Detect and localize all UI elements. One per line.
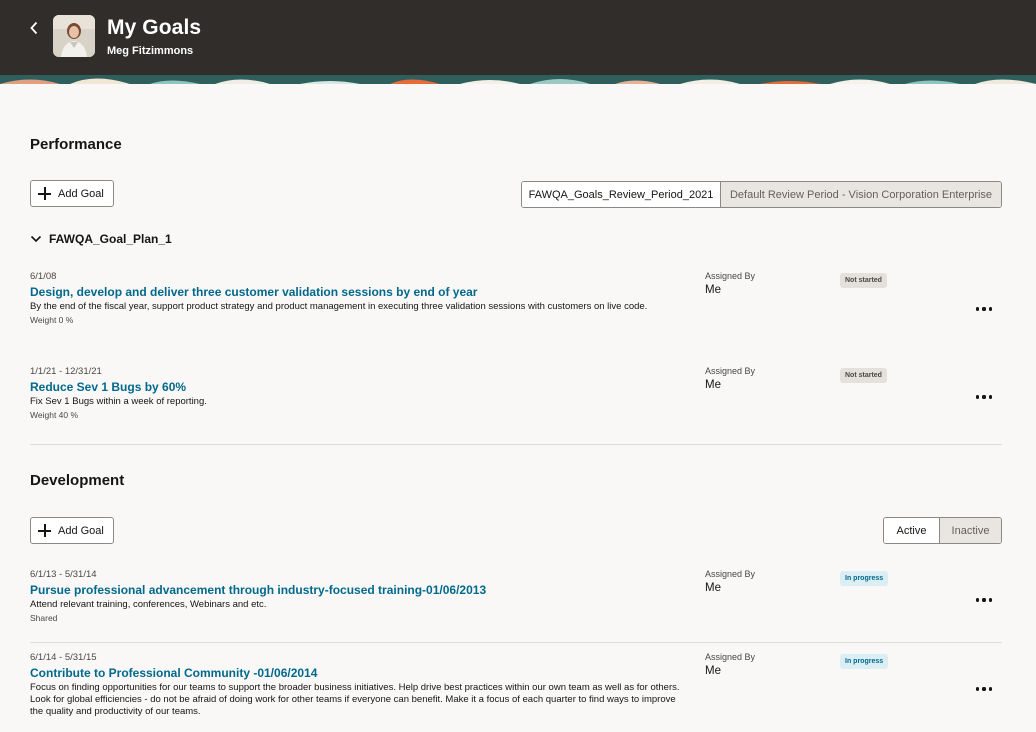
assigned-by-label: Assigned By bbox=[705, 366, 756, 376]
review-period-option-2021[interactable]: FAWQA_Goals_Review_Period_2021 bbox=[522, 182, 720, 207]
assigned-by-label: Assigned By bbox=[705, 271, 756, 281]
active-inactive-toggle: Active Inactive bbox=[883, 517, 1002, 544]
performance-section-title: Performance bbox=[30, 136, 122, 153]
filter-inactive[interactable]: Inactive bbox=[939, 518, 1001, 543]
filter-active[interactable]: Active bbox=[884, 518, 939, 543]
page-header: My Goals Meg Fitzimmons bbox=[0, 0, 1036, 75]
chevron-down-icon bbox=[30, 235, 42, 243]
goal-description: Fix Sev 1 Bugs within a week of reportin… bbox=[30, 396, 207, 407]
goal-shared-label: Shared bbox=[30, 613, 58, 623]
plus-icon bbox=[38, 524, 51, 537]
page-title: My Goals bbox=[107, 16, 202, 39]
assigned-by-value: Me bbox=[705, 582, 721, 594]
goal-description: By the end of the fiscal year, support p… bbox=[30, 301, 648, 312]
assigned-by-value: Me bbox=[705, 284, 721, 296]
more-actions-button[interactable] bbox=[972, 389, 996, 405]
section-divider bbox=[30, 444, 1002, 445]
goal-weight: Weight 0 % bbox=[30, 315, 74, 325]
ellipsis-icon bbox=[976, 307, 980, 311]
goal-plan-toggle[interactable]: FAWQA_Goal_Plan_1 bbox=[30, 232, 172, 246]
ellipsis-icon bbox=[976, 395, 980, 399]
assigned-by-label: Assigned By bbox=[705, 652, 756, 662]
decorative-banner bbox=[0, 75, 1036, 84]
avatar[interactable] bbox=[53, 15, 95, 57]
more-actions-button[interactable] bbox=[972, 592, 996, 608]
ellipsis-icon bbox=[976, 687, 980, 691]
status-badge: Not started bbox=[840, 368, 887, 383]
goal-item: 6/1/14 - 5/31/15 Contribute to Professio… bbox=[30, 652, 1002, 718]
status-badge: Not started bbox=[840, 273, 887, 288]
goal-description: Attend relevant training, conferences, W… bbox=[30, 599, 267, 610]
ellipsis-icon bbox=[976, 598, 980, 602]
back-button[interactable] bbox=[24, 18, 44, 38]
goal-item: 6/1/08 Design, develop and deliver three… bbox=[30, 271, 1002, 325]
goal-item: 1/1/21 - 12/31/21 Reduce Sev 1 Bugs by 6… bbox=[30, 366, 1002, 420]
add-goal-label: Add Goal bbox=[58, 187, 104, 200]
review-period-selector: FAWQA_Goals_Review_Period_2021 Default R… bbox=[521, 181, 1002, 208]
goal-weight: Weight 40 % bbox=[30, 410, 79, 420]
more-actions-button[interactable] bbox=[972, 681, 996, 697]
more-actions-button[interactable] bbox=[972, 301, 996, 317]
development-section-title: Development bbox=[30, 472, 125, 489]
add-goal-label: Add Goal bbox=[58, 524, 104, 537]
development-add-goal-button[interactable]: Add Goal bbox=[30, 517, 114, 544]
plus-icon bbox=[38, 187, 51, 200]
assigned-by-label: Assigned By bbox=[705, 569, 756, 579]
page-subtitle: Meg Fitzimmons bbox=[107, 45, 194, 57]
review-period-option-default[interactable]: Default Review Period - Vision Corporati… bbox=[720, 182, 1001, 207]
assigned-by-value: Me bbox=[705, 379, 721, 391]
status-badge: In progress bbox=[840, 571, 889, 586]
performance-add-goal-button[interactable]: Add Goal bbox=[30, 180, 114, 207]
goal-description: Focus on finding opportunities for our t… bbox=[30, 682, 680, 717]
row-divider bbox=[30, 642, 1002, 643]
chevron-left-icon bbox=[30, 21, 38, 35]
goal-plan-name: FAWQA_Goal_Plan_1 bbox=[49, 232, 172, 246]
goal-item: 6/1/13 - 5/31/14 Pursue professional adv… bbox=[30, 569, 1002, 623]
status-badge: In progress bbox=[840, 654, 889, 669]
assigned-by-value: Me bbox=[705, 665, 721, 677]
